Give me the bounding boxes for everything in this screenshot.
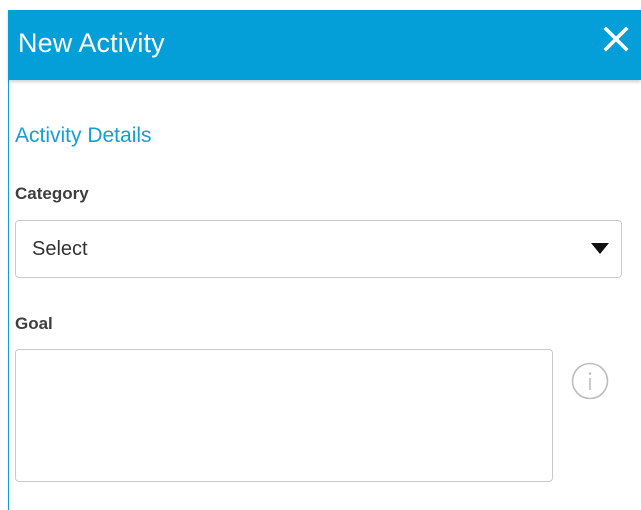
dialog-left-border bbox=[8, 10, 9, 510]
category-select-value: Select bbox=[32, 238, 88, 260]
dialog-header: New Activity bbox=[8, 10, 641, 80]
dialog-title: New Activity bbox=[18, 27, 165, 58]
section-title: Activity Details bbox=[15, 124, 152, 147]
info-icon bbox=[571, 362, 609, 400]
category-select[interactable]: Select bbox=[15, 220, 622, 278]
close-button[interactable] bbox=[599, 22, 633, 56]
caret-down-icon bbox=[591, 243, 609, 254]
category-label: Category bbox=[15, 184, 89, 203]
new-activity-dialog: New Activity Activity Details Category S… bbox=[0, 0, 641, 510]
close-icon bbox=[603, 26, 629, 52]
goal-textarea[interactable] bbox=[15, 349, 553, 482]
goal-label: Goal bbox=[15, 314, 53, 333]
info-button[interactable] bbox=[571, 362, 609, 400]
